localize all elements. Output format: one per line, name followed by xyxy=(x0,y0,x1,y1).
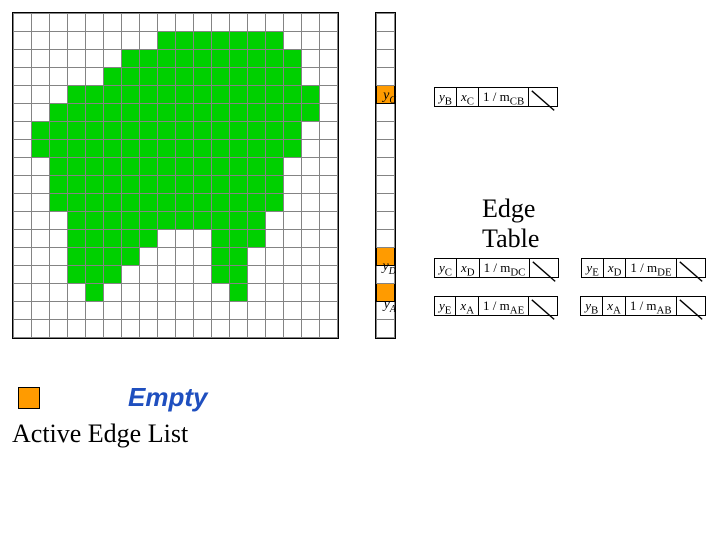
edge-table-title: Edge Table xyxy=(482,194,539,254)
edge-node: yCxD1 / mDC xyxy=(434,258,559,278)
bucket-label: yC xyxy=(372,88,396,106)
edge-node: yExA1 / mAE xyxy=(434,296,558,316)
edge-node: yExD1 / mDE xyxy=(581,258,705,278)
bucket-label: yD xyxy=(372,259,396,277)
raster-grid xyxy=(12,12,339,339)
empty-label: Empty xyxy=(128,382,207,413)
legend-swatch xyxy=(18,387,40,409)
edge-node: yBxC1 / mCB xyxy=(434,87,558,107)
edge-node: yBxA1 / mAB xyxy=(580,296,705,316)
bucket-column xyxy=(375,12,396,339)
bucket-label: yA xyxy=(372,297,396,315)
active-edge-list-title: Active Edge List xyxy=(12,419,720,449)
